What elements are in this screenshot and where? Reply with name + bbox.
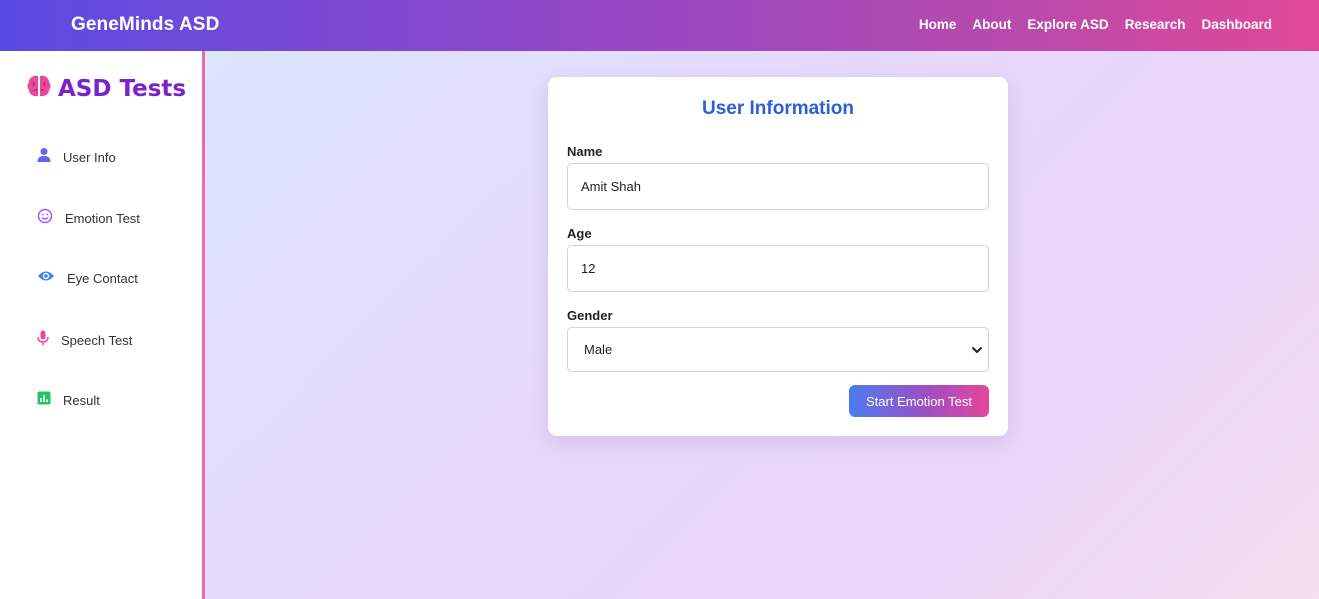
microphone-icon bbox=[37, 330, 49, 351]
age-field[interactable] bbox=[567, 245, 989, 292]
gender-select[interactable]: Male bbox=[567, 327, 989, 372]
gender-selected-value: Male bbox=[584, 342, 613, 357]
nav-research[interactable]: Research bbox=[1125, 17, 1186, 32]
sidebar-item-result[interactable]: Result bbox=[37, 391, 100, 410]
chart-icon bbox=[37, 391, 51, 410]
top-navbar: GeneMinds ASD Home About Explore ASD Res… bbox=[0, 0, 1319, 51]
nav-home[interactable]: Home bbox=[919, 17, 957, 32]
sidebar-title: ASD Tests bbox=[26, 73, 186, 104]
chevron-down-icon bbox=[970, 343, 984, 360]
sidebar-item-label: User Info bbox=[63, 150, 116, 165]
sidebar-item-label: Result bbox=[63, 393, 100, 408]
sidebar-item-user-info[interactable]: User Info bbox=[37, 147, 116, 168]
age-label: Age bbox=[567, 226, 592, 241]
name-label: Name bbox=[567, 144, 603, 159]
sidebar-item-label: Eye Contact bbox=[67, 271, 138, 286]
start-emotion-test-button[interactable]: Start Emotion Test bbox=[849, 385, 989, 417]
sidebar-item-speech-test[interactable]: Speech Test bbox=[37, 330, 132, 351]
brain-icon bbox=[26, 73, 52, 104]
main-content: User Information Name Age Gender Male St… bbox=[205, 51, 1319, 599]
smile-icon bbox=[37, 208, 53, 229]
main-nav: Home About Explore ASD Research Dashboar… bbox=[919, 17, 1272, 32]
sidebar-item-emotion-test[interactable]: Emotion Test bbox=[37, 208, 140, 229]
sidebar-title-text: ASD Tests bbox=[58, 75, 187, 102]
sidebar-item-label: Emotion Test bbox=[65, 211, 140, 226]
eye-icon bbox=[37, 269, 55, 288]
card-title: User Information bbox=[701, 98, 855, 119]
name-field[interactable] bbox=[567, 163, 989, 210]
nav-explore-asd[interactable]: Explore ASD bbox=[1027, 17, 1108, 32]
brand-logo[interactable]: GeneMinds ASD bbox=[71, 14, 219, 36]
sidebar-item-label: Speech Test bbox=[61, 333, 133, 348]
sidebar: ASD Tests User Info Emotion Test Eye Con… bbox=[0, 51, 205, 599]
nav-about[interactable]: About bbox=[972, 17, 1011, 32]
sidebar-item-eye-contact[interactable]: Eye Contact bbox=[37, 269, 138, 288]
user-info-card: User Information Name Age Gender Male St… bbox=[548, 77, 1008, 436]
nav-dashboard[interactable]: Dashboard bbox=[1201, 17, 1272, 32]
user-icon bbox=[37, 147, 51, 168]
gender-label: Gender bbox=[567, 308, 613, 323]
